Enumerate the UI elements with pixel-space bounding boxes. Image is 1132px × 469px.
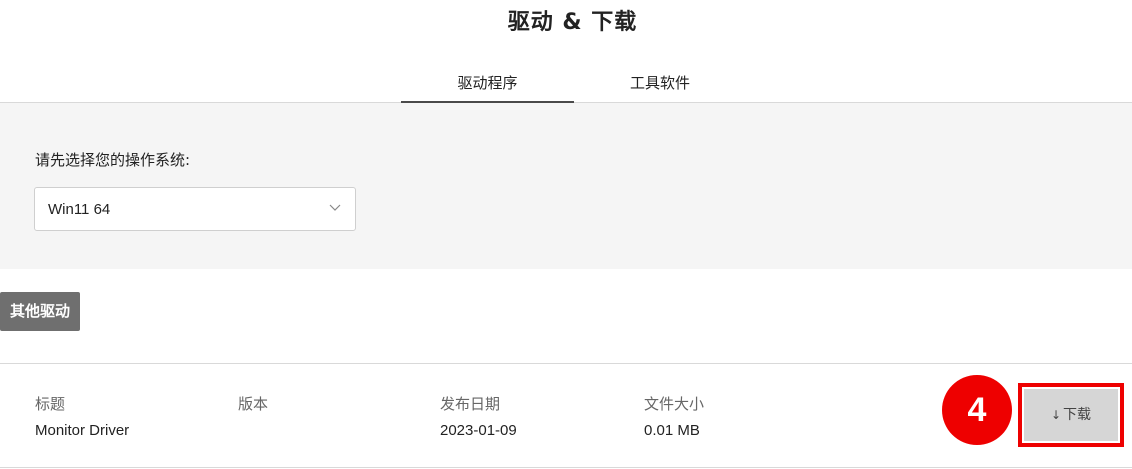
- table-top-divider: [0, 363, 1132, 364]
- highlight-frame: ↓ 下载: [1018, 383, 1124, 447]
- tab-bar: 驱动程序 工具软件: [0, 56, 1132, 103]
- chevron-down-icon: [329, 204, 341, 211]
- column-header-version: 版本: [238, 395, 269, 413]
- driver-title-cell: Monitor Driver: [35, 422, 130, 439]
- os-selection-panel: 请先选择您的操作系统: Win11 64: [0, 103, 1132, 269]
- step-number-badge: 4: [942, 375, 1012, 445]
- driver-file-size-cell: 0.01 MB: [644, 422, 700, 439]
- column-header-release-date: 发布日期: [440, 395, 501, 413]
- page-title: 驱动 & 下载: [507, 10, 638, 35]
- column-header-file-size: 文件大小: [644, 395, 705, 413]
- os-prompt-label: 请先选择您的操作系统:: [35, 151, 191, 169]
- download-button[interactable]: ↓ 下载: [1024, 389, 1118, 441]
- os-select-dropdown[interactable]: Win11 64: [34, 187, 356, 231]
- other-drivers-button[interactable]: 其他驱动: [0, 292, 80, 331]
- download-arrow-icon: ↓: [1050, 408, 1062, 422]
- table-bottom-divider: [0, 467, 1132, 468]
- os-select-value: Win11 64: [48, 201, 111, 218]
- tab-drivers[interactable]: 驱动程序: [401, 72, 574, 103]
- driver-release-date-cell: 2023-01-09: [440, 422, 517, 439]
- download-label: 下载: [1063, 407, 1092, 423]
- tab-tools-software[interactable]: 工具软件: [574, 72, 746, 101]
- column-header-title: 标题: [35, 395, 66, 413]
